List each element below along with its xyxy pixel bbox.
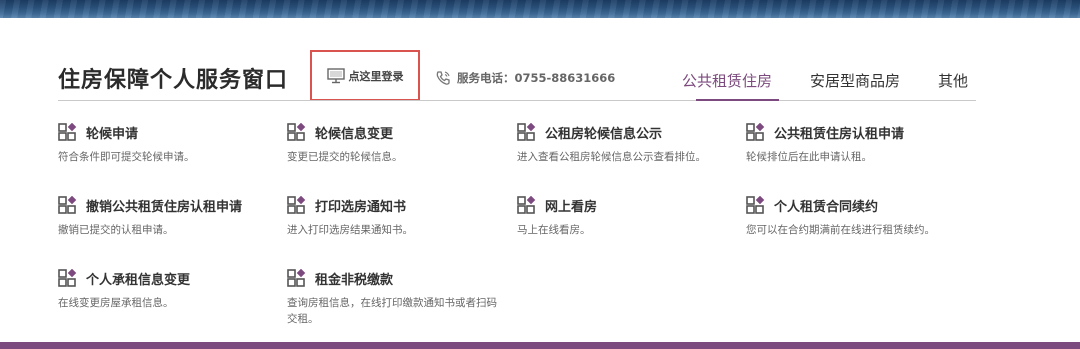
tab-affordable-housing[interactable]: 安居型商品房: [810, 70, 900, 91]
header-divider: [58, 100, 976, 101]
service-print-selection-notice[interactable]: 打印选房通知书 进入打印选房结果通知书。: [287, 195, 502, 238]
active-tab-indicator: [696, 99, 779, 101]
service-description: 变更已提交的轮候信息。: [287, 151, 403, 163]
service-grid-icon: [517, 196, 536, 214]
service-description: 符合条件即可提交轮候申请。: [58, 151, 195, 163]
service-title: 个人租赁合同续约: [774, 199, 879, 215]
service-grid-icon: [58, 123, 77, 141]
header: 住房保障个人服务窗口 点这里登录 服务电话：0755-88631666 公共租赁…: [58, 50, 976, 101]
service-title: 轮候信息变更: [315, 126, 394, 142]
service-title: 轮候申请: [86, 126, 139, 142]
service-rent-payment[interactable]: 租金非税缴款 查询房租信息，在线打印缴款通知书或者扫码交租。: [287, 268, 502, 327]
service-description: 进入查看公租房轮候信息公示查看排位。: [517, 151, 706, 163]
service-revoke-rental-application[interactable]: 撤销公共租赁住房认租申请 撤销已提交的认租申请。: [58, 195, 273, 238]
service-queue-public-notice[interactable]: 公租房轮候信息公示 进入查看公租房轮候信息公示查看排位。: [517, 122, 732, 165]
category-tabs: 公共租赁住房 安居型商品房 其他: [644, 70, 968, 91]
service-lease-renewal[interactable]: 个人租赁合同续约 您可以在合约期满前在线进行租赁续约。: [746, 195, 961, 238]
service-grid-icon: [746, 196, 765, 214]
service-title: 租金非税缴款: [315, 272, 394, 288]
service-grid-icon: [58, 196, 77, 214]
service-description: 进入打印选房结果通知书。: [287, 224, 413, 236]
service-rental-application[interactable]: 公共租赁住房认租申请 轮候排位后在此申请认租。: [746, 122, 961, 165]
service-title: 公共租赁住房认租申请: [774, 126, 905, 142]
page-title: 住房保障个人服务窗口: [58, 68, 289, 93]
service-phone-text: 服务电话：0755-88631666: [457, 71, 616, 85]
service-description: 您可以在合约期满前在线进行租赁续约。: [746, 224, 935, 236]
service-grid-icon: [517, 123, 536, 141]
service-description: 马上在线看房。: [517, 224, 591, 236]
login-label: 点这里登录: [348, 69, 404, 83]
service-grid-icon: [287, 269, 306, 287]
tab-public-rental[interactable]: 公共租赁住房: [682, 70, 772, 91]
service-queue-application[interactable]: 轮候申请 符合条件即可提交轮候申请。: [58, 122, 273, 165]
service-description: 在线变更房屋承租信息。: [58, 297, 174, 309]
service-title: 撤销公共租赁住房认租申请: [86, 199, 243, 215]
service-description: 轮候排位后在此申请认租。: [746, 151, 872, 163]
service-grid-icon: [287, 196, 306, 214]
service-online-viewing[interactable]: 网上看房 马上在线看房。: [517, 195, 732, 238]
login-button[interactable]: 点这里登录: [310, 50, 420, 101]
tab-other[interactable]: 其他: [938, 70, 968, 91]
service-phone: 服务电话：0755-88631666: [435, 70, 615, 86]
monitor-icon: [326, 67, 345, 83]
phone-icon: [436, 71, 450, 85]
service-title: 打印选房通知书: [315, 199, 407, 215]
service-queue-info-change[interactable]: 轮候信息变更 变更已提交的轮候信息。: [287, 122, 502, 165]
top-banner-image: [0, 0, 1080, 18]
service-title: 公租房轮候信息公示: [545, 126, 663, 142]
service-title: 个人承租信息变更: [86, 272, 191, 288]
service-title: 网上看房: [545, 199, 598, 215]
service-grid-icon: [58, 269, 77, 287]
service-tenancy-info-change[interactable]: 个人承租信息变更 在线变更房屋承租信息。: [58, 268, 273, 311]
footer-bar: [0, 342, 1080, 349]
service-grid-icon: [287, 123, 306, 141]
service-description: 查询房租信息，在线打印缴款通知书或者扫码交租。: [287, 297, 497, 325]
service-grid-icon: [746, 123, 765, 141]
service-description: 撤销已提交的认租申请。: [58, 224, 174, 236]
